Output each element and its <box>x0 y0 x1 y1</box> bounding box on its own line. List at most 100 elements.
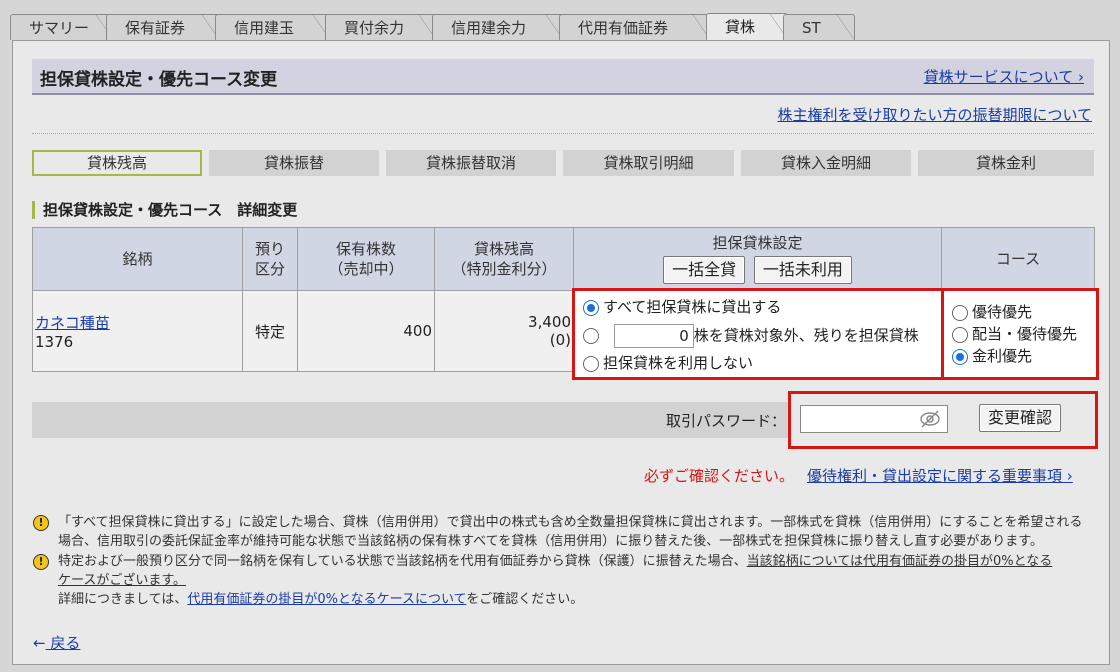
stock-code: 1376 <box>35 332 74 351</box>
tab-bar: サマリー 保有証券 信用建玉 買付余力 信用建余力 代用有価証券 貸株 ST <box>0 0 1120 41</box>
cell-balance: 3,400 (0) <box>434 290 574 372</box>
col-held-line2: （売却中） <box>328 260 404 278</box>
collateral-option-all[interactable]: すべて担保貸株に貸出する <box>583 297 781 317</box>
radio-course-dividend[interactable] <box>952 326 968 343</box>
course-option-benefit[interactable]: 優待優先 <box>952 302 1032 322</box>
course-options: 優待優先 配当・優待優先 金利優先 <box>941 288 1099 380</box>
radio-collateral-all[interactable] <box>583 299 599 316</box>
col-account: 預り 区分 <box>242 227 298 291</box>
main-panel: 担保貸株設定・優先コース変更 貸株サービスについて › 株主権利を受け取りたい方… <box>12 40 1110 665</box>
course-option-interest[interactable]: 金利優先 <box>952 346 1032 366</box>
col-collateral: 担保貸株設定 一括全貸 一括未利用 <box>573 227 942 291</box>
eye-off-icon[interactable] <box>919 410 941 428</box>
col-course: コース <box>941 227 1095 291</box>
tab-summary[interactable]: サマリー <box>10 14 114 41</box>
tab-label: 信用建玉 <box>234 19 295 37</box>
tab-label: 貸株 <box>725 18 756 36</box>
link-text: 優待権利・貸出設定に関する重要事項 <box>807 467 1063 485</box>
page-header: 担保貸株設定・優先コース変更 貸株サービスについて › <box>32 59 1094 95</box>
col-held-line1: 保有株数 <box>335 240 396 258</box>
collateral-option-partial[interactable]: 0 株を貸株対象外、残りを担保貸株 <box>583 324 919 348</box>
page-title: 担保貸株設定・優先コース変更 <box>40 70 278 90</box>
note-2-line-3: 詳細につきましては、代用有価証券の掛目が0%となるケースについてをご確認ください… <box>58 590 1098 609</box>
cell-held: 400 <box>297 290 435 372</box>
back-link[interactable]: ← 戻る <box>33 632 80 653</box>
option-label: 株を貸株対象外、残りを担保貸株 <box>693 326 919 345</box>
note-2-line-2: ケースがございます。 <box>58 571 1098 590</box>
lending-service-link[interactable]: 貸株サービスについて › <box>924 66 1084 87</box>
subnav-lending-rate[interactable]: 貸株金利 <box>918 150 1094 176</box>
password-label: 取引パスワード： <box>665 412 786 430</box>
password-input[interactable] <box>800 405 948 433</box>
tab-buying-power[interactable]: 買付余力 <box>325 14 437 41</box>
option-label: すべて担保貸株に貸出する <box>603 298 782 316</box>
subnav-transfer-cancel[interactable]: 貸株振替取消 <box>386 150 556 176</box>
radio-collateral-none[interactable] <box>583 355 599 372</box>
balance-value: 3,400 <box>528 313 571 331</box>
notice-text: 必ずご確認ください。 <box>644 467 795 485</box>
collateral-options: すべて担保貸株に貸出する 0 株を貸株対象外、残りを担保貸株 担保貸株を利用しない <box>572 288 950 380</box>
option-label: 担保貸株を利用しない <box>603 354 754 372</box>
option-label: 配当・優待優先 <box>972 325 1078 343</box>
tab-label: 保有証券 <box>125 19 186 37</box>
subnav-lending-transfer[interactable]: 貸株振替 <box>209 150 379 176</box>
stock-name-link[interactable]: カネコ種苗 <box>35 314 110 332</box>
important-notice-link[interactable]: 優待権利・貸出設定に関する重要事項 › <box>807 465 1073 486</box>
tab-label: ST <box>802 19 821 37</box>
subnav-deposit-detail[interactable]: 貸株入金明細 <box>741 150 911 176</box>
subnav-trade-detail[interactable]: 貸株取引明細 <box>563 150 734 176</box>
note-2-detail-end: をご確認ください。 <box>466 592 584 607</box>
table-header-row: 銘柄 預り区分 保有株数 （売却中） 貸株残高 （特別金利分） 担保貸株設定 一括全… <box>32 227 1095 291</box>
balance-special: (0) <box>549 331 571 349</box>
bulk-unused-button[interactable]: 一括未利用 <box>753 255 852 284</box>
col-account-line1: 預り <box>254 240 285 258</box>
note-2-line-1: 特定および一般預り区分で同一銘柄を保有している状態で当該銘柄を代用有価証券から貸… <box>58 552 1098 571</box>
holder-rights-link[interactable]: 株主権利を受け取りたい方の振替期限について <box>777 104 1092 125</box>
tab-label: 買付余力 <box>344 19 405 37</box>
tab-edge <box>837 15 855 41</box>
col-stock: 銘柄 <box>32 227 243 291</box>
confirm-change-button[interactable]: 変更確認 <box>979 404 1062 432</box>
collateral-option-none[interactable]: 担保貸株を利用しない <box>583 353 753 373</box>
subnav-lending-balance[interactable]: 貸株残高 <box>32 150 202 176</box>
course-option-dividend[interactable]: 配当・優待優先 <box>952 324 1077 344</box>
tab-margin-power[interactable]: 信用建余力 <box>432 14 564 41</box>
col-account-line2: 区分 <box>254 260 285 278</box>
note-1-line-1: 「すべて担保貸株に貸出する」に設定した場合、貸株（信用併用）で貸出中の株式も含め… <box>58 515 1083 530</box>
radio-collateral-partial[interactable] <box>583 328 599 344</box>
radio-course-benefit[interactable] <box>952 304 968 321</box>
col-held: 保有株数 （売却中） <box>297 227 435 291</box>
option-label: 優待優先 <box>972 303 1033 321</box>
tab-stock-lending[interactable]: 貸株 <box>706 13 788 41</box>
note-2-detail: 詳細につきましては、 <box>58 592 188 607</box>
tab-label: サマリー <box>29 19 90 37</box>
link-text: 貸株サービスについて <box>923 68 1074 86</box>
tab-st[interactable]: ST <box>783 14 855 41</box>
option-label: 金利優先 <box>972 347 1033 365</box>
tab-holdings[interactable]: 保有証券 <box>106 14 220 41</box>
col-balance-line1: 貸株残高 <box>473 240 534 258</box>
section-title: 担保貸株設定・優先コース 詳細変更 <box>32 201 297 219</box>
exclude-quantity-input[interactable]: 0 <box>613 324 694 348</box>
tab-label: 信用建余力 <box>451 19 527 37</box>
radio-course-interest[interactable] <box>952 348 968 365</box>
tab-collateral-securities[interactable]: 代用有価証券 <box>559 14 711 41</box>
back-arrow-icon: ← <box>33 634 46 652</box>
zero-haircut-cases-link[interactable]: 代用有価証券の掛目が0%となるケースについて <box>187 592 466 607</box>
password-area: 変更確認 <box>788 391 1098 449</box>
cell-stock: カネコ種苗 1376 <box>32 290 243 372</box>
note-1-line-2: 場合、信用取引の委託保証金率が維持可能な状態で当該銘柄の保有株すべてを貸株（信用… <box>58 534 1044 549</box>
bulk-lend-all-button[interactable]: 一括全貸 <box>663 255 746 284</box>
divider <box>32 133 1094 134</box>
note-2-emphasis-2: ケースがございます。 <box>58 573 187 588</box>
warning-icon: ! <box>33 554 49 570</box>
col-collateral-label: 担保貸株設定 <box>712 233 803 252</box>
warning-icon: ! <box>33 515 49 531</box>
note-2-text: 特定および一般預り区分で同一銘柄を保有している状態で当該銘柄を代用有価証券から貸… <box>58 554 747 569</box>
note-2-emphasis-1: 当該銘柄については代用有価証券の掛目が0%となる <box>746 554 1053 569</box>
tab-margin-positions[interactable]: 信用建玉 <box>215 14 331 41</box>
col-balance: 貸株残高 （特別金利分） <box>434 227 574 291</box>
note-1: 「すべて担保貸株に貸出する」に設定した場合、貸株（信用併用）で貸出中の株式も含め… <box>58 513 1098 551</box>
sub-navigation: 貸株残高 貸株振替 貸株振替取消 貸株取引明細 貸株入金明細 貸株金利 <box>32 150 1094 176</box>
tab-label: 代用有価証券 <box>578 19 669 37</box>
